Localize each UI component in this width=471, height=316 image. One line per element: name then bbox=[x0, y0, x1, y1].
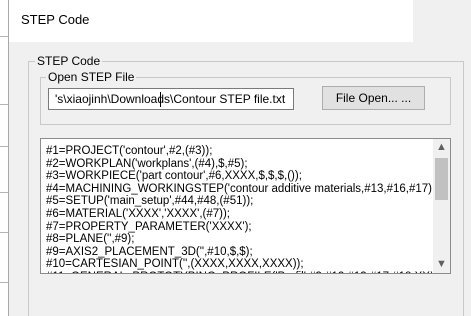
background-window-edge bbox=[0, 0, 8, 316]
step-code-dialog: STEP Code STEP Code Open STEP File 's\xi… bbox=[8, 0, 471, 316]
step-code-group-legend: STEP Code bbox=[35, 54, 103, 68]
text-caret bbox=[160, 92, 161, 107]
code-line: #9=AXIS2_PLACEMENT_3D('',#10,$,$); bbox=[46, 245, 253, 258]
code-line: #1=PROJECT('contour',#2,(#3)); bbox=[46, 145, 213, 157]
chevron-down-icon[interactable]: ▼ bbox=[433, 256, 450, 273]
step-code-textarea[interactable]: #1=PROJECT('contour',#2,(#3)); #2=WORKPLA… bbox=[40, 138, 451, 274]
code-line: #11=GENERAL_PROTOTYPING_PROFILE('Profil'… bbox=[46, 271, 432, 273]
scroll-thumb[interactable] bbox=[435, 158, 448, 200]
vertical-scrollbar[interactable]: ▲ ▼ bbox=[433, 139, 450, 273]
title-bar[interactable]: STEP Code bbox=[9, 0, 413, 42]
window-title: STEP Code bbox=[21, 12, 90, 27]
file-path-value: 's\xiaojinh\Downloads\Contour STEP file.… bbox=[55, 92, 286, 106]
code-lines: #1=PROJECT('contour',#2,(#3)); #2=WORKPLA… bbox=[46, 145, 432, 273]
step-code-group: STEP Code Open STEP File 's\xiaojinh\Dow… bbox=[28, 54, 464, 316]
open-step-file-legend: Open STEP File bbox=[46, 70, 137, 84]
code-line: #7=PROPERTY_PARAMETER('XXXX'); bbox=[46, 220, 252, 233]
chevron-up-icon[interactable]: ▲ bbox=[433, 139, 450, 156]
file-path-field[interactable]: 's\xiaojinh\Downloads\Contour STEP file.… bbox=[48, 88, 294, 110]
code-line: #3=WORKPIECE('part contour',#6,XXXX,$,$,… bbox=[46, 170, 302, 183]
code-line: #4=MACHINING_WORKINGSTEP('contour additi… bbox=[46, 182, 432, 195]
code-line: #6=MATERIAL('XXXX','XXXX',(#7)); bbox=[46, 207, 231, 220]
open-step-file-group: Open STEP File 's\xiaojinh\Downloads\Con… bbox=[40, 70, 451, 125]
code-line: #5=SETUP('main_setup',#44,#48,(#51)); bbox=[46, 195, 254, 208]
code-line: #2=WORKPLAN('workplans',(#4),$,#5); bbox=[46, 157, 248, 170]
code-line: #10=CARTESIAN_POINT('',(XXXX,XXXX,XXXX))… bbox=[46, 258, 304, 271]
file-open-button[interactable]: File Open... ... bbox=[322, 86, 425, 110]
code-line: #8=PLANE('',#9); bbox=[46, 233, 135, 246]
